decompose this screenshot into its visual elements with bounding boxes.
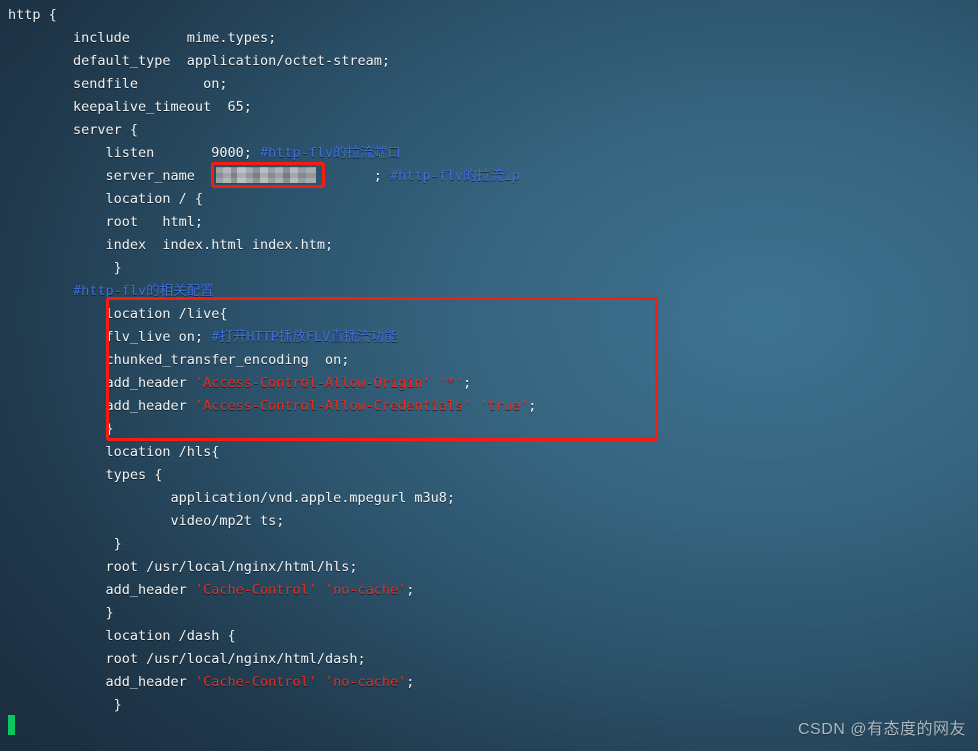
code-line-text: server_name (8, 168, 212, 184)
string-acao-header: 'Access-Control-Allow-Origin' (194, 375, 431, 391)
code-line: } (0, 602, 978, 625)
code-line: http { (0, 4, 978, 27)
code-line: sendfile on; (0, 73, 978, 96)
code-line-text: location /dash { (8, 628, 236, 644)
code-line: } (0, 533, 978, 556)
string-cache-control-header: 'Cache-Control' (194, 582, 317, 598)
code-line: chunked_transfer_encoding on; (0, 349, 978, 372)
code-line-text: location /hls{ (8, 444, 220, 460)
code-line-text: add_header (8, 375, 195, 391)
comment-flv-live: #打开HTTP播放FLV直播流功能 (211, 329, 398, 345)
code-line: server { (0, 119, 978, 142)
code-line: location /hls{ (0, 441, 978, 464)
code-line-hls-cachecontrol: add_header 'Cache-Control' 'no-cache'; (0, 579, 978, 602)
code-line: include mime.types; (0, 27, 978, 50)
code-line-text: root html; (8, 214, 204, 230)
code-line-text: } (8, 605, 114, 621)
code-line: location /live{ (0, 303, 978, 326)
string-acac-header: 'Access-Control-Allow-Credentials' (194, 398, 472, 414)
code-line-text: } (8, 697, 122, 713)
code-line-text: application/vnd.apple.mpegurl m3u8; (8, 490, 456, 506)
code-line-comment-flv: #http-flv的相关配置 (0, 280, 978, 303)
code-line-text: ; (463, 375, 472, 391)
code-line-text: keepalive_timeout 65; (8, 99, 252, 115)
code-line: root /usr/local/nginx/html/hls; (0, 556, 978, 579)
code-line: types { (0, 464, 978, 487)
comment-http-flv-config: #http-flv的相关配置 (8, 283, 214, 299)
code-line-text: ; (406, 582, 415, 598)
string-acao-value: '*' (438, 375, 464, 391)
code-line-text: types { (8, 467, 163, 483)
terminal-cursor (8, 715, 15, 735)
code-line-text: video/mp2t ts; (8, 513, 285, 529)
code-line-flv-live: flv_live on; #打开HTTP播放FLV直播流功能 (0, 326, 978, 349)
code-line-text: add_header (8, 674, 195, 690)
code-line: } (0, 694, 978, 717)
code-line-text: } (8, 260, 122, 276)
code-line-text: include mime.types; (8, 30, 277, 46)
code-line: index index.html index.htm; (0, 234, 978, 257)
code-line: application/vnd.apple.mpegurl m3u8; (0, 487, 978, 510)
comment-listen-port: #http-flv的拉流端口 (259, 145, 401, 161)
code-line-text: sendfile on; (8, 76, 228, 92)
code-line: location / { (0, 188, 978, 211)
code-line-dash-cachecontrol: add_header 'Cache-Control' 'no-cache'; (0, 671, 978, 694)
config-file-code: http { include mime.types; default_type … (0, 4, 978, 717)
comment-server-name-ip: #http-flv的拉流ip (390, 168, 520, 184)
code-line-text: add_header (8, 582, 195, 598)
code-line: } (0, 418, 978, 441)
code-line-listen: listen 9000; #http-flv的拉流端口 (0, 142, 978, 165)
string-no-cache-value: 'no-cache' (325, 582, 407, 598)
code-line-acao: add_header 'Access-Control-Allow-Origin'… (0, 372, 978, 395)
string-acac-value: 'true' (479, 398, 529, 414)
code-line-text: listen 9000; (8, 145, 260, 161)
code-line: } (0, 257, 978, 280)
code-line-text: ; (373, 168, 391, 184)
code-line: keepalive_timeout 65; (0, 96, 978, 119)
code-line-text: root /usr/local/nginx/html/dash; (8, 651, 366, 667)
code-line-text: flv_live on; (8, 329, 212, 345)
code-line-text: root /usr/local/nginx/html/hls; (8, 559, 358, 575)
code-line: default_type application/octet-stream; (0, 50, 978, 73)
code-line: root /usr/local/nginx/html/dash; (0, 648, 978, 671)
code-line-text: default_type application/octet-stream; (8, 53, 391, 69)
code-line-text: } (8, 536, 122, 552)
terminal-screenshot: http { include mime.types; default_type … (0, 0, 978, 751)
code-line-text: add_header (8, 398, 195, 414)
code-line-text: ; (528, 398, 537, 414)
code-line-text: ; (406, 674, 415, 690)
code-line-text: chunked_transfer_encoding on; (8, 352, 350, 368)
code-line-text: server { (8, 122, 139, 138)
code-line-server-name: server_name ; #http-flv的拉流ip (0, 165, 978, 188)
code-line-text: } (8, 421, 114, 437)
code-line-text: http { (8, 7, 57, 23)
watermark-csdn: CSDN @有态度的网友 (797, 721, 966, 738)
string-cache-control-header: 'Cache-Control' (194, 674, 317, 690)
code-line: location /dash { (0, 625, 978, 648)
string-no-cache-value: 'no-cache' (325, 674, 407, 690)
code-line-text: index index.html index.htm; (8, 237, 334, 253)
code-line: root html; (0, 211, 978, 234)
code-line-text: location / { (8, 191, 204, 207)
code-line-text: location /live{ (8, 306, 228, 322)
code-line-acac: add_header 'Access-Control-Allow-Credent… (0, 395, 978, 418)
server-name-value-redacted (211, 168, 374, 184)
code-line: video/mp2t ts; (0, 510, 978, 533)
